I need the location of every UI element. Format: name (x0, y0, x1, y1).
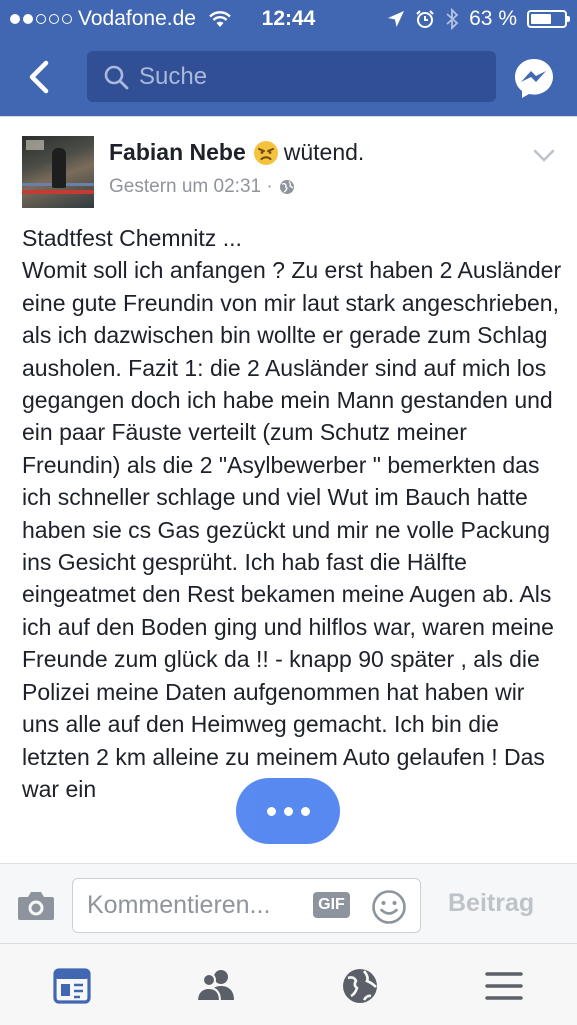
gif-button[interactable]: GIF (313, 892, 350, 918)
tab-bar (0, 943, 577, 1025)
bluetooth-icon (446, 8, 459, 30)
feeling-label: wütend. (283, 139, 365, 165)
dot-icon (266, 806, 276, 816)
author-name[interactable]: Fabian Nebe (109, 139, 246, 166)
chevron-down-icon[interactable] (533, 149, 555, 163)
friends-icon[interactable] (196, 966, 236, 1006)
menu-icon[interactable] (484, 966, 524, 1006)
dot-icon (300, 806, 310, 816)
globe-icon (279, 180, 294, 194)
comment-field-wrapper: GIF (72, 878, 421, 933)
search-input[interactable] (139, 51, 479, 102)
dot-icon (283, 806, 293, 816)
location-arrow-icon (388, 11, 405, 27)
more-options-button[interactable] (236, 778, 340, 844)
signal-strength-icon (10, 14, 72, 24)
top-bar: Vodafone.de 12:44 63 % (0, 0, 577, 116)
sticker-smiley-icon[interactable] (371, 889, 407, 925)
messenger-icon[interactable] (513, 57, 555, 99)
battery-icon (527, 10, 570, 28)
post-card: Fabian Nebe wütend. Gestern um 02:31 · S… (0, 116, 577, 864)
post-header: Fabian Nebe wütend. Gestern um 02:31 · (109, 139, 537, 198)
comment-bar: GIF Beitrag (0, 863, 577, 944)
camera-icon[interactable] (17, 889, 55, 921)
search-icon (104, 65, 129, 90)
angry-face-emoji-icon (253, 140, 278, 165)
alarm-clock-icon (416, 10, 434, 28)
battery-percent: 63 % (469, 7, 517, 30)
search-bar[interactable] (87, 51, 496, 102)
carrier-name: Vodafone.de (78, 7, 196, 30)
status-bar: Vodafone.de 12:44 63 % (0, 0, 577, 38)
post-body-text: Stadtfest Chemnitz ... Womit soll ich an… (22, 225, 562, 802)
news-feed-icon[interactable] (52, 966, 92, 1006)
avatar[interactable] (22, 136, 94, 208)
back-button[interactable] (20, 57, 60, 97)
post-timestamp[interactable]: Gestern um 02:31 · (109, 176, 273, 198)
globe-notifications-icon[interactable] (340, 966, 380, 1006)
wifi-icon (209, 11, 231, 27)
comment-input[interactable] (87, 879, 307, 932)
post-comment-button[interactable]: Beitrag (448, 889, 534, 918)
